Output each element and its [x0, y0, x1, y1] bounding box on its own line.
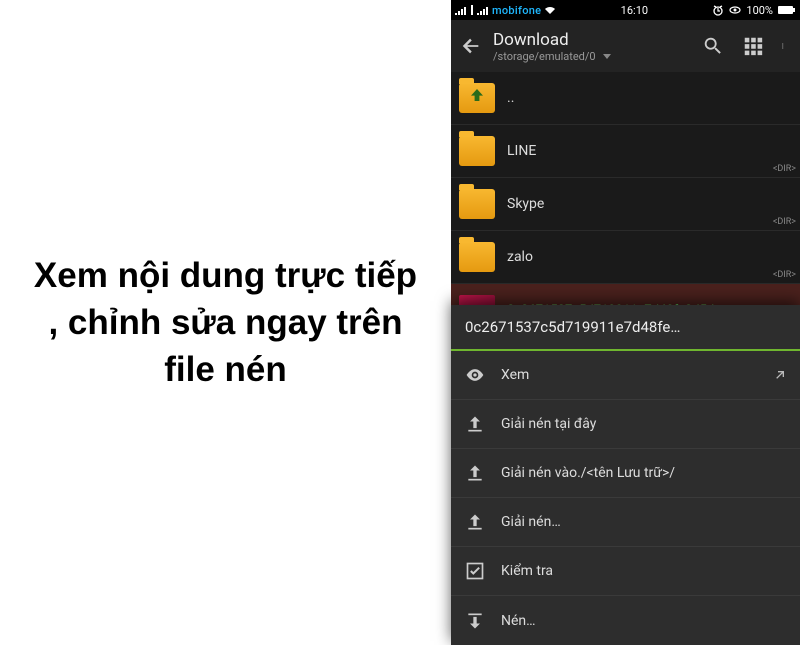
appbar-titles[interactable]: Download /storage/emulated/0	[493, 30, 692, 63]
folder-icon	[459, 136, 495, 166]
signal-icon	[477, 5, 489, 15]
menu-label: Xem	[501, 367, 529, 383]
status-bar: mobifone 16:10 100%	[451, 0, 800, 20]
back-button[interactable]	[459, 34, 483, 58]
dir-tag: <DIR>	[773, 164, 796, 174]
compress-icon	[465, 611, 485, 631]
instruction-caption: Xem nội dung trực tiếp , chỉnh sửa ngay …	[30, 252, 421, 394]
battery-label: 100%	[746, 4, 773, 17]
item-label: LINE	[507, 143, 792, 159]
dir-tag: <DIR>	[773, 217, 796, 227]
folder-icon	[459, 242, 495, 272]
list-item[interactable]: zalo <DIR>	[451, 231, 800, 284]
overflow-menu-icon[interactable]	[782, 35, 788, 57]
menu-label: Nén…	[501, 613, 536, 629]
menu-item-extract-to[interactable]: Giải nén vào./<tên Lưu trữ>/	[451, 449, 800, 498]
battery-icon	[778, 5, 796, 15]
carrier-label: mobifone	[492, 4, 541, 17]
search-icon[interactable]	[702, 35, 724, 57]
menu-label: Giải nén tại đây	[501, 416, 596, 432]
wifi-icon	[544, 5, 556, 15]
arrow-left-icon	[460, 35, 482, 57]
sim-divider-icon	[470, 5, 474, 15]
menu-item-view[interactable]: Xem	[451, 351, 800, 400]
item-label: Skype	[507, 196, 792, 212]
folder-icon	[459, 189, 495, 219]
item-label: ..	[507, 90, 792, 106]
instruction-panel: Xem nội dung trực tiếp , chỉnh sửa ngay …	[0, 0, 451, 645]
extract-icon	[465, 512, 485, 532]
app-bar: Download /storage/emulated/0	[451, 20, 800, 72]
extract-icon	[465, 414, 485, 434]
menu-item-extract-here[interactable]: Giải nén tại đây	[451, 400, 800, 449]
eye-icon	[465, 365, 485, 385]
folder-path: /storage/emulated/0	[493, 50, 692, 63]
menu-item-extract[interactable]: Giải nén…	[451, 498, 800, 547]
checkbox-icon	[465, 561, 485, 581]
menu-item-test[interactable]: Kiểm tra	[451, 547, 800, 596]
file-list: .. LINE <DIR> Skype <DIR> zalo <DIR> 0c2…	[451, 72, 800, 337]
clock-label: 16:10	[621, 4, 648, 17]
list-item[interactable]: LINE <DIR>	[451, 125, 800, 178]
folder-title: Download	[493, 30, 692, 50]
menu-label: Kiểm tra	[501, 563, 553, 579]
phone-screenshot: mobifone 16:10 100% Download /storage/em…	[451, 0, 800, 645]
grid-view-icon[interactable]	[742, 35, 764, 57]
list-item-parent[interactable]: ..	[451, 72, 800, 125]
menu-label: Giải nén…	[501, 514, 561, 530]
folder-up-icon	[459, 83, 495, 113]
sheet-title: 0c2671537c5d719911e7d48fe…	[451, 305, 800, 351]
extract-icon	[465, 463, 485, 483]
dropdown-indicator-icon	[603, 54, 611, 59]
alarm-icon	[712, 4, 724, 16]
item-label: zalo	[507, 249, 792, 265]
context-menu-sheet: 0c2671537c5d719911e7d48fe… Xem Giải nén …	[451, 305, 800, 645]
eye-icon	[729, 4, 741, 16]
menu-item-compress[interactable]: Nén…	[451, 596, 800, 645]
dir-tag: <DIR>	[773, 270, 796, 280]
list-item[interactable]: Skype <DIR>	[451, 178, 800, 231]
menu-label: Giải nén vào./<tên Lưu trữ>/	[501, 465, 675, 481]
open-external-icon	[772, 367, 788, 383]
signal-icon	[455, 5, 467, 15]
